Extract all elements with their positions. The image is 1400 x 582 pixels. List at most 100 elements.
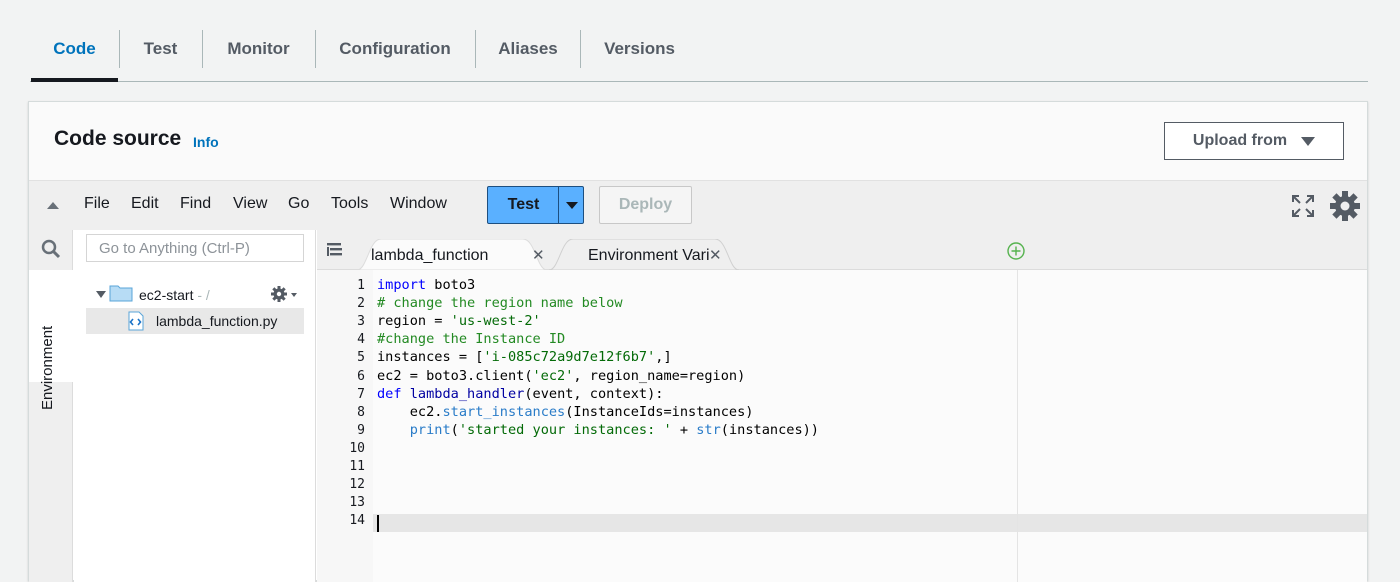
menu-go[interactable]: Go [288,195,309,213]
code-token: ,] [655,349,672,366]
code-token: (instances)) [720,421,819,438]
folder-path-suffix: - / [193,287,210,303]
code-source-panel: Code source Info Upload from File Edit F… [28,101,1368,582]
folder-name[interactable]: ec2-start - / [139,287,210,303]
line-number: 14 [349,513,365,529]
info-link[interactable]: Info [193,134,219,150]
menu-window[interactable]: Window [390,195,447,213]
line-number: 7 [357,386,365,402]
code-token: region = [377,313,451,330]
search-toggle[interactable] [29,230,73,268]
ide-toolbar: File Edit Find View Go Tools Window Test… [29,180,1367,230]
code-line: import boto3 [377,277,475,293]
code-line: def lambda_handler(event, context): [377,386,663,402]
print-margin [1017,270,1018,582]
code-token: ec2 = boto3.client( [377,367,533,384]
line-number: 12 [349,477,365,493]
code-line: ec2.start_instances(InstanceIds=instance… [377,404,754,420]
code-token: print [409,421,451,438]
active-line-highlight [317,514,1367,532]
code-token: start_instances [442,403,566,420]
menu-file[interactable]: File [84,195,110,213]
fullscreen-icon[interactable] [1292,195,1314,217]
add-tab-icon[interactable] [1007,242,1025,260]
close-icon[interactable]: ✕ [532,246,545,264]
code-token: boto3 [426,277,476,293]
search-icon [41,239,61,259]
line-number: 3 [357,314,365,330]
code-line: # change the region name below [377,295,623,311]
folder-settings-gear-icon[interactable] [270,285,288,303]
caret-down-icon [291,293,297,297]
tab-code[interactable]: Code [31,28,118,70]
menu-tools[interactable]: Tools [331,195,368,213]
code-token: 'ec2' [532,367,574,384]
menu-edit[interactable]: Edit [131,195,159,213]
tab-monitor[interactable]: Monitor [203,28,314,70]
tab-configuration[interactable]: Configuration [316,28,474,70]
line-number: 9 [357,422,365,438]
close-icon[interactable]: ✕ [709,246,722,264]
folder-icon [109,285,133,302]
expand-caret-icon[interactable] [96,291,106,298]
python-file-icon [128,311,144,331]
code-line: instances = ['i-085c72a9d7e12f6b7',] [377,349,672,365]
environment-tab[interactable]: Environment [29,270,73,410]
collapse-toolbar-icon[interactable] [47,202,59,209]
code-token: 'started your instances: ' [458,421,672,438]
file-tree-item[interactable]: lambda_function.py [86,308,304,334]
code-token: (InstanceIds=instances) [565,403,754,420]
code-token: 'i-085c72a9d7e12f6b7' [483,349,656,366]
code-token: ec2. [377,403,443,420]
test-button[interactable]: Test [488,187,559,223]
code-token: lambda_handler [409,385,525,402]
line-number: 8 [357,404,365,420]
menu-view[interactable]: View [233,195,267,213]
caret-down-icon [1301,136,1316,146]
code-token: def [377,385,402,402]
tab-versions[interactable]: Versions [581,28,698,70]
editor-tab-lambda-function[interactable]: lambda_function ✕ [357,239,547,270]
code-token: instances = [ [377,349,484,366]
tab-aliases[interactable]: Aliases [476,28,580,70]
code-line: region = 'us-west-2' [377,313,541,329]
line-number-gutter: 1 2 3 4 5 6 7 8 9 10 11 12 13 14 [317,270,373,582]
line-number: 5 [357,350,365,366]
file-tree: ec2-start - / lambda_function.py [74,230,316,582]
go-to-anything-input[interactable] [86,234,304,262]
active-tab-indicator [31,78,118,82]
editor-tab-environment[interactable]: Environment Vari ✕ [549,239,739,270]
line-number: 4 [357,332,365,348]
menu-find[interactable]: Find [180,195,211,213]
caret-down-icon [565,201,578,209]
side-strip: Environment [29,230,73,582]
test-dropdown-button[interactable] [559,187,584,223]
code-token: , region_name=region) [573,367,746,384]
tabs-baseline [30,81,1368,82]
code-editor[interactable]: 1 2 3 4 5 6 7 8 9 10 11 12 13 14 import boto3 # change… [317,270,1367,582]
deploy-button[interactable]: Deploy [599,186,692,224]
file-name: lambda_function.py [156,313,278,329]
tab-list-icon[interactable] [327,242,345,258]
text-cursor [377,515,379,532]
panel-title: Code source [54,127,182,150]
tab-test[interactable]: Test [120,28,201,70]
line-number: 2 [357,296,365,312]
code-token: + [671,421,697,438]
line-number: 11 [349,459,365,474]
code-token: 'us-west-2' [450,313,541,330]
code-token: ( [450,421,459,438]
line-number: 13 [349,495,365,511]
code-line: #change the Instance ID [377,331,565,347]
upload-from-button[interactable]: Upload from [1164,122,1344,160]
editor-tab-bar: lambda_function ✕ Environment Vari ✕ [317,230,1367,270]
upload-from-label: Upload from [1192,132,1288,149]
environment-label: Environment [39,325,56,410]
panel-header: Code source Info Upload from [29,102,1367,180]
preferences-gear-icon[interactable] [1329,190,1361,222]
function-tabs: Code Test Monitor Configuration Aliases … [0,0,1400,83]
code-line: ec2 = boto3.client('ec2', region_name=re… [377,368,745,384]
editor-tab-label: lambda_function [371,247,489,264]
